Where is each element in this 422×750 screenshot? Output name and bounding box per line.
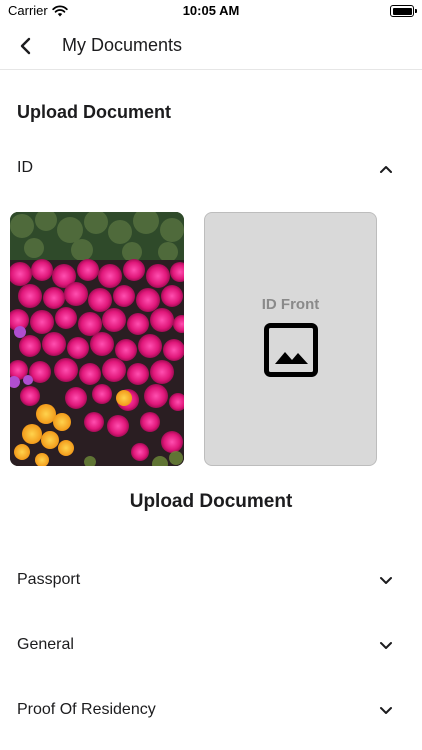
category-row-proof-of-residency[interactable]: Proof Of Residency [0, 691, 422, 731]
nav-bar: My Documents [0, 22, 422, 70]
category-label: General [17, 636, 74, 653]
id-front-upload-slot[interactable]: ID Front [204, 212, 377, 466]
back-button[interactable] [12, 32, 40, 60]
status-bar: Carrier 10:05 AM [0, 0, 422, 22]
photo-thumbnail [10, 212, 184, 466]
category-row-passport[interactable]: Passport [0, 561, 422, 601]
category-label: Passport [17, 571, 81, 588]
chevron-left-icon [20, 37, 31, 55]
chevron-down-icon [380, 707, 392, 714]
uploaded-photo[interactable] [10, 212, 184, 466]
page-title: My Documents [62, 35, 183, 55]
image-icon [264, 323, 318, 377]
chevron-down-icon [380, 577, 392, 584]
upload-document-heading: Upload Document [129, 491, 293, 512]
category-label: Proof Of Residency [17, 701, 156, 718]
category-row-id[interactable]: ID [0, 149, 422, 189]
category-label: ID [17, 159, 33, 176]
category-row-general[interactable]: General [0, 626, 422, 666]
chevron-up-icon [380, 166, 392, 173]
chevron-down-icon [380, 642, 392, 649]
id-front-label: ID Front [261, 296, 320, 313]
section-title: Upload Document [17, 102, 172, 122]
status-time: 10:05 AM [182, 3, 240, 18]
battery-icon [390, 5, 417, 17]
